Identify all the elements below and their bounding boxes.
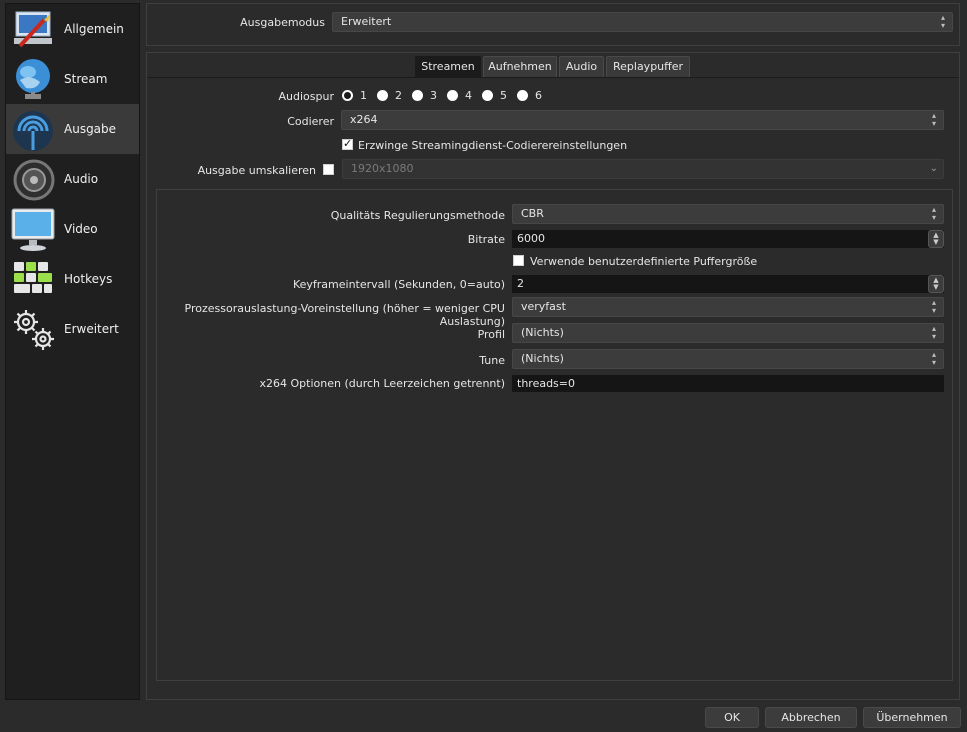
sidebar-item-stream[interactable]: Stream xyxy=(6,54,139,104)
sidebar-item-label: Allgemein xyxy=(64,22,124,36)
globe-icon xyxy=(16,59,50,99)
radio-label: 3 xyxy=(430,89,437,102)
rate-control-combo[interactable]: CBR ▴ ▾ xyxy=(512,204,944,224)
spin-arrows-icon[interactable]: ▲ ▼ xyxy=(928,275,944,293)
sidebar-item-allgemein[interactable]: Allgemein xyxy=(6,4,139,54)
apply-button[interactable]: Übernehmen xyxy=(863,707,961,728)
audio-track-radio-1[interactable] xyxy=(342,90,353,101)
audio-track-label: Audiospur xyxy=(278,90,334,103)
sidebar-item-erweitert[interactable]: Erweitert xyxy=(6,304,139,354)
encoder-value: x264 xyxy=(350,113,378,126)
tab-label: Aufnehmen xyxy=(488,60,552,73)
rescale-label: Ausgabe umskalieren xyxy=(197,164,316,177)
spin-arrows-icon[interactable]: ▲ ▼ xyxy=(928,230,944,248)
output-mode-value: Erweitert xyxy=(341,15,392,28)
general-settings-icon xyxy=(14,11,52,48)
encoder-combo[interactable]: x264 ▴ ▾ xyxy=(341,110,944,130)
x264-options-input[interactable]: threads=0 xyxy=(512,375,944,392)
tab-label: Audio xyxy=(565,60,598,73)
monitor-icon xyxy=(11,208,55,251)
sidebar-item-label: Audio xyxy=(64,172,99,186)
gears-icon xyxy=(14,310,54,350)
up-down-arrows-icon: ▴ ▾ xyxy=(940,13,945,30)
radio-label: 6 xyxy=(535,89,542,102)
sidebar-item-label: Hotkeys xyxy=(64,272,113,286)
bitrate-label: Bitrate xyxy=(467,233,505,246)
speaker-icon xyxy=(13,159,55,201)
output-mode-combo[interactable]: Erweitert ▴ ▾ xyxy=(332,12,953,32)
rescale-value: 1920x1080 xyxy=(351,162,414,175)
audio-track-radio-4[interactable] xyxy=(447,90,458,101)
radio-label: 4 xyxy=(465,89,472,102)
bitrate-value: 6000 xyxy=(517,232,545,245)
sidebar-item-video[interactable]: Video xyxy=(6,204,139,254)
tune-label: Tune xyxy=(479,354,505,367)
cancel-button[interactable]: Abbrechen xyxy=(765,707,857,728)
radio-label: 2 xyxy=(395,89,402,102)
tune-combo[interactable]: (Nichts) ▴ ▾ xyxy=(512,349,944,369)
custom-buffer-label: Verwende benutzerdefinierte Puffergröße xyxy=(530,255,758,268)
rate-control-label: Qualitäts Regulierungsmethode xyxy=(330,209,505,222)
audio-track-radio-3[interactable] xyxy=(412,90,423,101)
custom-buffer-checkbox[interactable] xyxy=(513,255,524,266)
x264-options-value: threads=0 xyxy=(517,377,576,390)
sidebar-item-hotkeys[interactable]: Hotkeys xyxy=(6,254,139,304)
keyframe-value: 2 xyxy=(517,277,524,290)
radio-label: 1 xyxy=(360,89,367,102)
enforce-settings-label: Erzwinge Streamingdienst-Codierereinstel… xyxy=(358,139,628,152)
sidebar-item-label: Ausgabe xyxy=(64,122,117,136)
sidebar-item-ausgabe[interactable]: Ausgabe xyxy=(6,104,139,154)
up-down-arrows-icon: ▴ ▾ xyxy=(931,205,936,222)
ok-button[interactable]: OK xyxy=(705,707,759,728)
preset-combo[interactable]: veryfast ▴ ▾ xyxy=(512,297,944,317)
tune-value: (Nichts) xyxy=(521,352,564,365)
preset-label: Prozessorauslastung-Voreinstellung (höhe… xyxy=(184,302,505,328)
keyframe-label: Keyframeintervall (Sekunden, 0=auto) xyxy=(292,278,505,291)
preset-value: veryfast xyxy=(521,300,566,313)
tab-aufnehmen[interactable]: Aufnehmen xyxy=(483,56,557,77)
radio-label: 5 xyxy=(500,89,507,102)
sidebar-item-label: Video xyxy=(64,222,98,236)
tab-audio[interactable]: Audio xyxy=(559,56,604,77)
sidebar-item-label: Erweitert xyxy=(64,322,119,336)
x264-options-label: x264 Optionen (durch Leerzeichen getrenn… xyxy=(259,377,506,390)
up-down-arrows-icon: ▴ ▾ xyxy=(931,111,936,128)
output-mode-label: Ausgabemodus xyxy=(240,16,325,29)
profile-label: Profil xyxy=(477,328,505,341)
keyboard-icon xyxy=(14,262,52,293)
chevron-down-icon: ⌄ xyxy=(929,163,938,174)
sidebar-item-audio[interactable]: Audio xyxy=(6,154,139,204)
rate-control-value: CBR xyxy=(521,207,544,220)
sidebar-item-label: Stream xyxy=(64,72,108,86)
audio-track-radio-5[interactable] xyxy=(482,90,493,101)
up-down-arrows-icon: ▴ ▾ xyxy=(931,350,936,367)
profile-combo[interactable]: (Nichts) ▴ ▾ xyxy=(512,323,944,343)
keyframe-spinbox[interactable]: 2 ▲ ▼ xyxy=(512,275,944,293)
tab-label: Replaypuffer xyxy=(612,60,684,73)
profile-value: (Nichts) xyxy=(521,326,564,339)
enforce-settings-checkbox[interactable] xyxy=(342,137,353,150)
tab-streamen[interactable]: Streamen xyxy=(415,56,481,77)
tab-replaypuffer[interactable]: Replaypuffer xyxy=(606,56,690,77)
broadcast-icon xyxy=(13,111,53,151)
settings-sidebar: Allgemein Stream Ausgabe Audio Video Hot… xyxy=(5,3,140,700)
up-down-arrows-icon: ▴ ▾ xyxy=(931,324,936,341)
audio-track-radio-6[interactable] xyxy=(517,90,528,101)
encoder-label: Codierer xyxy=(287,115,334,128)
up-down-arrows-icon: ▴ ▾ xyxy=(931,298,936,315)
rescale-resolution-combo[interactable]: 1920x1080 ⌄ xyxy=(342,159,944,179)
bitrate-spinbox[interactable]: 6000 ▲ ▼ xyxy=(512,230,944,248)
tab-divider xyxy=(147,77,959,78)
audio-track-radio-2[interactable] xyxy=(377,90,388,101)
tab-label: Streamen xyxy=(421,60,475,73)
rescale-checkbox[interactable] xyxy=(323,164,334,175)
